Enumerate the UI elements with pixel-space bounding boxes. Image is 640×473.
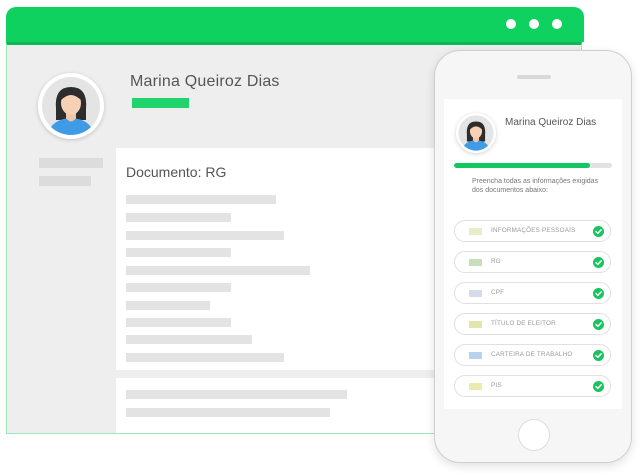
check-icon [593,350,604,361]
document-color-swatch [469,259,482,266]
document-list-item[interactable]: CPF [454,282,611,304]
document-list-item[interactable]: INFORMAÇÕES PESSOAIS [454,220,611,242]
placeholder-line [126,353,284,362]
placeholder-line [126,266,310,275]
document-label: RG [491,258,501,265]
instructions-text: Preencha todas as informações exigidas d… [472,178,599,194]
placeholder-line [126,390,347,399]
user-avatar-icon [456,113,496,153]
placeholder-line [126,283,231,292]
window-control-dot[interactable] [506,19,516,29]
document-color-swatch [469,290,482,297]
user-avatar-icon [38,73,104,139]
placeholder-line [126,231,284,240]
document-list-item[interactable]: TÍTULO DE ELEITOR [454,313,611,335]
document-color-swatch [469,321,482,328]
sidebar-placeholder [39,158,103,168]
placeholder-line [126,318,231,327]
document-list-item[interactable]: CARTEIRA DE TRABALHO [454,344,611,366]
placeholder-line [126,335,252,344]
document-color-swatch [469,352,482,359]
window-control-dot[interactable] [529,19,539,29]
window-title-bar [6,7,584,42]
progress-bar [454,163,612,168]
document-color-swatch [469,383,482,390]
document-label: CPF [491,289,505,296]
placeholder-line [126,195,276,204]
check-icon [593,319,604,330]
document-color-swatch [469,228,482,235]
document-label: PIS [491,382,502,389]
check-icon [593,381,604,392]
progress-fill [454,163,590,168]
status-badge [132,98,189,108]
phone-speaker [517,75,551,79]
mobile-screen: Marina Queiroz Dias Preencha todas as in… [444,99,622,409]
window-control-dot[interactable] [552,19,562,29]
document-list-item[interactable]: RG [454,251,611,273]
check-icon [593,288,604,299]
check-icon [593,257,604,268]
document-label: INFORMAÇÕES PESSOAIS [491,227,576,234]
home-button[interactable] [518,419,550,451]
document-label: TÍTULO DE ELEITOR [491,320,556,327]
placeholder-line [126,301,210,310]
document-list-item[interactable]: PIS [454,375,611,397]
check-icon [593,226,604,237]
sidebar-placeholder [39,176,91,186]
profile-name: Marina Queiroz Dias [505,117,597,128]
profile-name: Marina Queiroz Dias [130,73,280,90]
placeholder-line [126,408,330,417]
document-title: Documento: RG [126,164,227,180]
mobile-phone: Marina Queiroz Dias Preencha todas as in… [434,50,632,463]
placeholder-line [126,213,231,222]
document-label: CARTEIRA DE TRABALHO [491,351,573,358]
placeholder-line [126,248,231,257]
